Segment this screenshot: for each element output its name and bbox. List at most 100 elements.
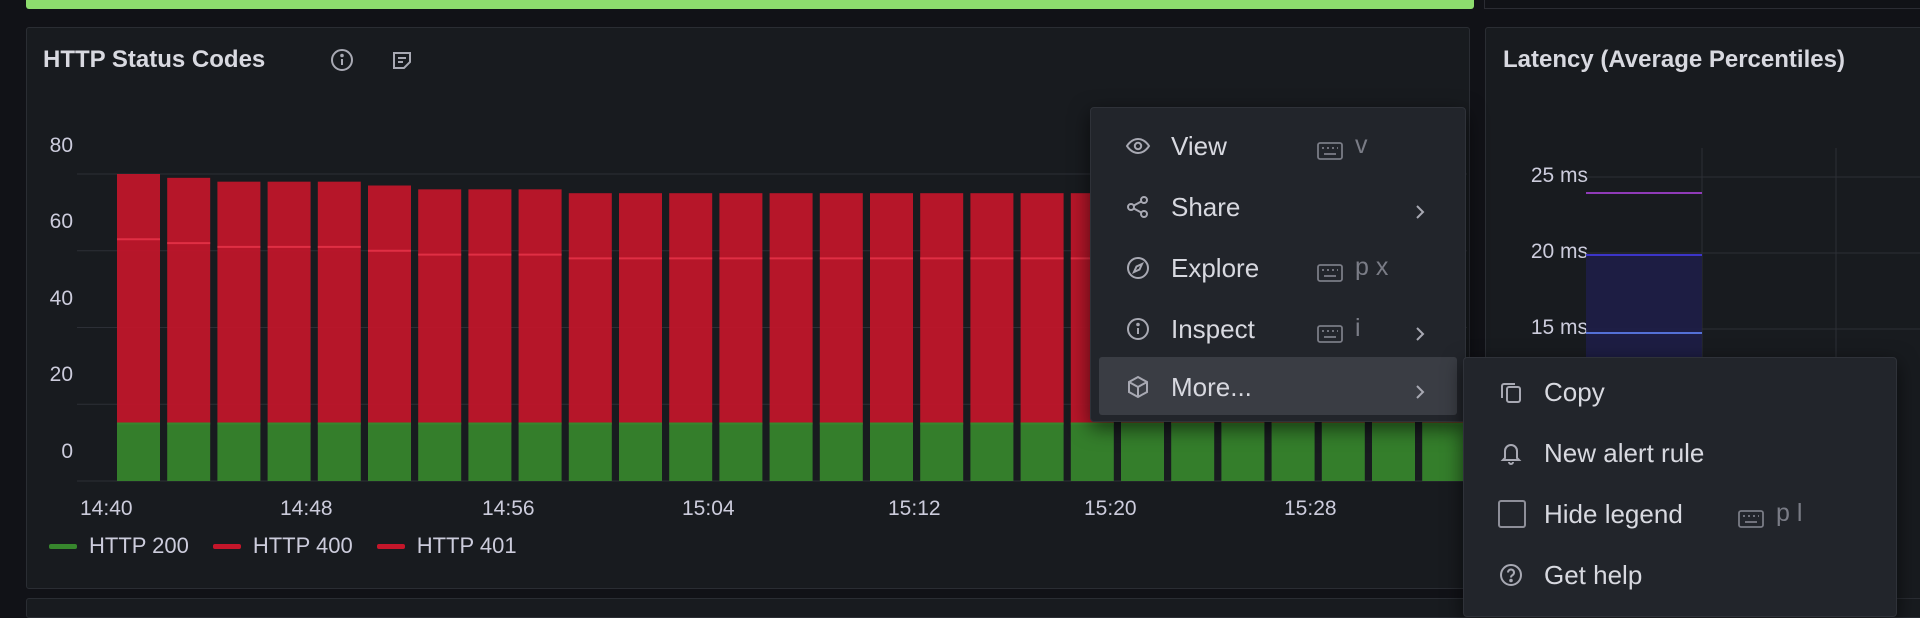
bar-http-200[interactable] [568,423,612,481]
bar-http-200[interactable] [769,423,813,481]
bar-http-401[interactable] [217,181,261,247]
bar-http-400[interactable] [468,254,512,424]
bar-http-200[interactable] [920,423,964,481]
info-circle-icon[interactable] [329,47,355,73]
bar-http-200[interactable] [117,423,160,481]
bar-http-401[interactable] [619,193,662,259]
bar-http-401[interactable] [870,193,913,259]
menu-item-new-alert-rule[interactable]: New alert rule [1472,423,1888,481]
y-tick: 80 [49,134,73,157]
bar-http-200[interactable] [1221,423,1265,481]
legend-item-http-401[interactable]: HTTP 401 [376,533,517,559]
menu-item-more[interactable]: More... [1099,357,1457,415]
bar-http-400[interactable] [368,250,411,424]
bar-http-400[interactable] [970,258,1014,424]
legend-swatch [212,543,241,549]
bar-http-200[interactable] [1171,423,1215,481]
legend-item-http-400[interactable]: HTTP 400 [212,533,353,559]
x-tick: 15:20 [1084,497,1137,520]
menu-item-share[interactable]: Share [1099,177,1457,235]
bar-http-401[interactable] [317,181,361,247]
menu-item-inspect[interactable]: Inspect i [1099,299,1457,357]
chart-legend: HTTP 200 HTTP 400 HTTP 401 [49,533,517,559]
bar-http-400[interactable] [920,258,964,424]
bar-http-200[interactable] [1070,423,1114,481]
bar-http-200[interactable] [819,423,863,481]
menu-item-label: Explore [1171,253,1260,283]
latency-chart[interactable] [1586,118,1920,398]
bar-http-401[interactable] [468,189,512,255]
bar-http-200[interactable] [1422,423,1466,481]
bar-http-400[interactable] [217,246,261,424]
bar-http-400[interactable] [769,258,813,424]
bar-http-200[interactable] [970,423,1014,481]
bar-http-401[interactable] [819,193,863,259]
bar-http-400[interactable] [819,258,863,424]
bar-http-400[interactable] [719,258,763,424]
bar-http-200[interactable] [418,423,462,481]
bar-http-401[interactable] [568,193,612,259]
bar-http-400[interactable] [167,243,211,424]
menu-item-get-help[interactable]: Get help [1472,545,1888,603]
bar-http-200[interactable] [1121,423,1164,481]
note-icon[interactable] [389,47,415,73]
more-submenu: Copy New alert rule Hide legend p l Get … [1463,357,1897,617]
bar-http-401[interactable] [669,193,713,259]
bar-http-200[interactable] [368,423,411,481]
bar-http-200[interactable] [870,423,913,481]
bar-http-200[interactable] [1372,423,1415,481]
bar-http-200[interactable] [267,423,311,481]
bar-http-400[interactable] [568,258,612,424]
bar-http-200[interactable] [317,423,361,481]
bar-http-200[interactable] [1020,423,1064,481]
bar-http-400[interactable] [619,258,662,424]
menu-item-label: Hide legend [1544,499,1683,529]
menu-item-shortcut: i [1355,314,1361,342]
keyboard-icon [1317,258,1343,282]
legend-item-http-200[interactable]: HTTP 200 [49,533,189,559]
bar-http-401[interactable] [719,193,763,259]
bar-http-401[interactable] [769,193,813,259]
bar-http-200[interactable] [1271,423,1315,481]
menu-item-label: View [1171,131,1227,161]
bar-http-400[interactable] [117,239,160,424]
bar-http-400[interactable] [317,246,361,424]
menu-item-copy[interactable]: Copy [1472,362,1888,420]
bar-http-400[interactable] [870,258,913,424]
bar-http-200[interactable] [468,423,512,481]
panel-context-menu: View v Share Explore p x Inspect i More.… [1090,107,1466,422]
bar-http-401[interactable] [167,177,211,244]
bar-http-401[interactable] [920,193,964,259]
bar-http-401[interactable] [267,181,311,247]
bar-http-400[interactable] [669,258,713,424]
bar-http-200[interactable] [217,423,261,481]
menu-item-shortcut: v [1355,131,1368,159]
bar-http-400[interactable] [418,254,462,424]
bar-http-400[interactable] [1020,258,1064,424]
info-circle-icon [1125,316,1151,342]
menu-item-shortcut: p x [1355,253,1389,281]
bar-http-400[interactable] [267,246,311,424]
menu-item-hide-legend[interactable]: Hide legend p l [1472,484,1888,542]
bar-http-200[interactable] [1321,423,1365,481]
x-tick: 15:12 [888,497,941,520]
bar-http-400[interactable] [518,254,562,424]
bar-http-401[interactable] [970,193,1014,259]
bar-http-401[interactable] [518,189,562,255]
bar-http-401[interactable] [117,174,160,240]
menu-item-explore[interactable]: Explore p x [1099,238,1457,296]
menu-item-label: Copy [1544,377,1605,407]
bar-http-200[interactable] [518,423,562,481]
bar-http-401[interactable] [418,189,462,255]
status-strip-right [1484,0,1920,9]
share-icon [1125,194,1151,220]
bar-http-200[interactable] [167,423,211,481]
bar-http-200[interactable] [619,423,662,481]
menu-item-view[interactable]: View v [1099,116,1457,174]
bar-http-401[interactable] [1020,193,1064,259]
x-tick: 14:56 [482,497,535,520]
bar-http-401[interactable] [368,185,411,251]
bar-http-200[interactable] [669,423,713,481]
checkbox-icon[interactable] [1498,500,1526,528]
bar-http-200[interactable] [719,423,763,481]
